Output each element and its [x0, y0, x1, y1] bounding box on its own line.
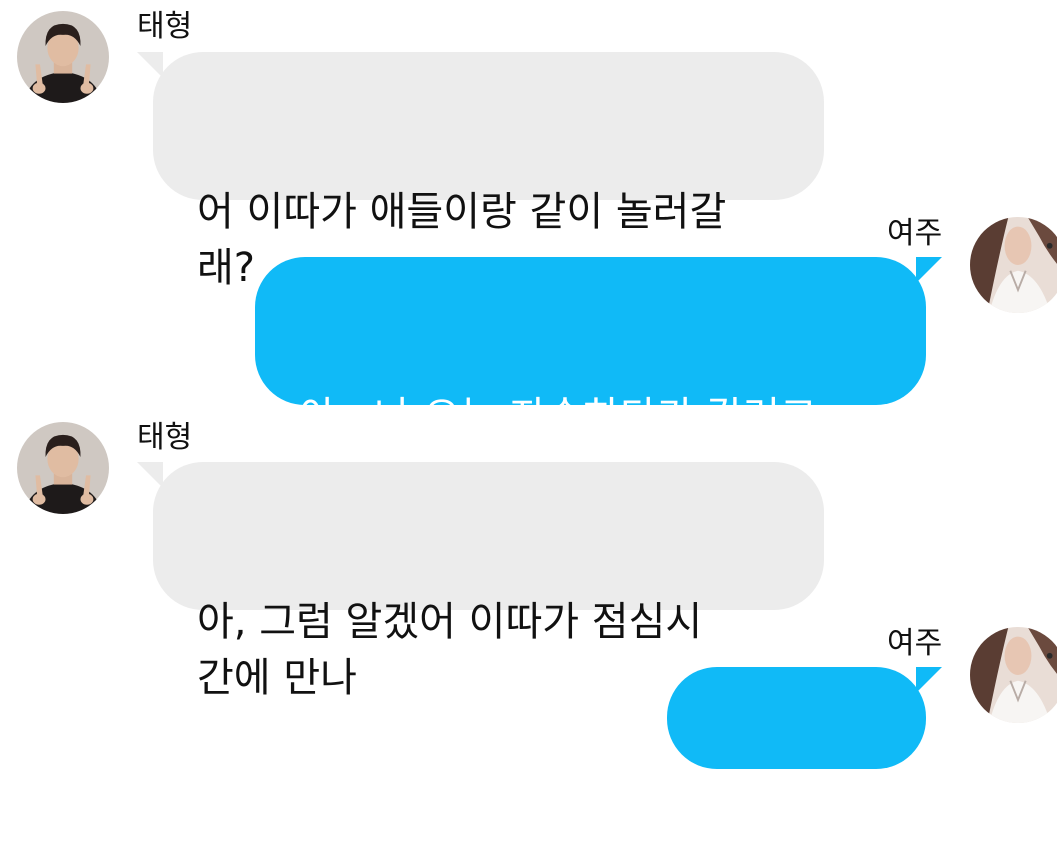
message-text: 아, 그럼 알겠어 이따가 점심시 간에 만나 [197, 599, 703, 701]
profile-photo-icon [17, 422, 109, 514]
avatar-yeoju[interactable] [970, 217, 1057, 313]
avatar-taehyung[interactable] [17, 11, 109, 103]
message-bubble-sent[interactable]: 응 알았어 [667, 667, 942, 850]
sender-name: 여주 [887, 216, 943, 251]
sender-name: 태형 [137, 9, 193, 44]
sender-name: 여주 [887, 626, 943, 661]
bubble-tail-icon [137, 462, 163, 488]
bubble-tail-icon [137, 52, 163, 78]
message-bubble-received[interactable]: 아, 그럼 알겠어 이따가 점심시 간에 만나 [137, 462, 824, 701]
profile-photo-icon [17, 11, 109, 103]
profile-photo-icon [970, 217, 1057, 313]
message-text: 응 알았어 [711, 804, 871, 850]
avatar-yeoju[interactable] [970, 627, 1057, 723]
sender-name: 태형 [137, 420, 193, 455]
avatar-taehyung[interactable] [17, 422, 109, 514]
bubble-tail-icon [916, 667, 942, 693]
message-bubble-received[interactable]: 어 이따가 애들이랑 같이 놀러갈 래? [137, 52, 824, 291]
message-bubble-sent[interactable]: 아.. 나 오늘 자습하다가 갈려고 할 일도 산더미라..ㅎ [255, 257, 942, 496]
bubble-tail-icon [916, 257, 942, 283]
profile-photo-icon [970, 627, 1057, 723]
